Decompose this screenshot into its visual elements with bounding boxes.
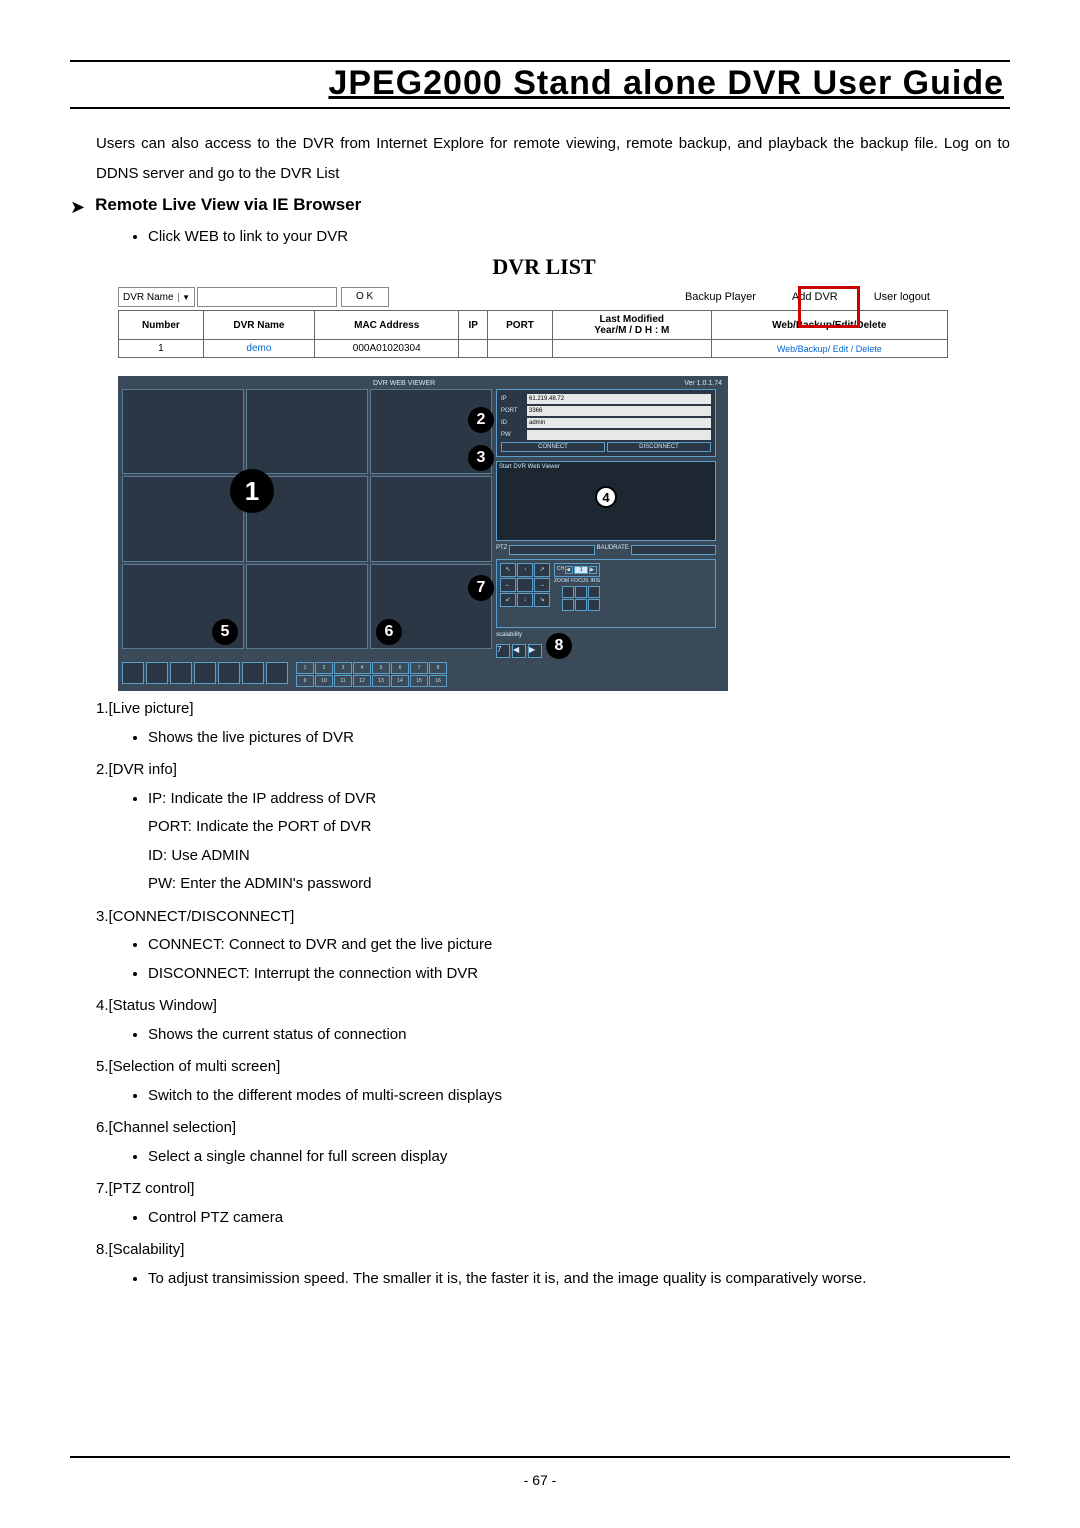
td-mac: 000A01020304 bbox=[315, 340, 459, 358]
intro-text: Users can also access to the DVR from In… bbox=[96, 129, 1010, 189]
th-action: Web/Backup/Edit/Delete bbox=[711, 311, 947, 340]
item-subline: PW: Enter the ADMIN's password bbox=[148, 870, 1010, 899]
item-bullet: Shows the current status of connection bbox=[148, 1021, 1010, 1050]
item-heading: 5.[Selection of multi screen] bbox=[96, 1053, 1010, 1082]
title-bar: JPEG2000 Stand alone DVR User Guide bbox=[70, 60, 1010, 109]
backup-player-link[interactable]: Backup Player bbox=[685, 291, 756, 303]
item-bullet: Switch to the different modes of multi-s… bbox=[148, 1082, 1010, 1111]
baud-select[interactable] bbox=[631, 545, 716, 555]
chevron-down-icon: ▼ bbox=[178, 293, 194, 302]
callout-8: 8 bbox=[546, 633, 572, 659]
live-grid bbox=[122, 389, 492, 649]
callout-3: 3 bbox=[468, 445, 494, 471]
callout-1: 1 bbox=[230, 469, 274, 513]
user-logout-link[interactable]: User logout bbox=[874, 291, 930, 303]
item-heading: 6.[Channel selection] bbox=[96, 1114, 1010, 1143]
connect-button[interactable]: CONNECT bbox=[501, 442, 605, 452]
web-viewer-screenshot: DVR WEB VIEWER Ver 1.0.1.74 1 5 6 IP61.2… bbox=[118, 376, 728, 691]
item-bullet: CONNECT: Connect to DVR and get the live… bbox=[148, 931, 1010, 960]
dvr-table: Number DVR Name MAC Address IP PORT Last… bbox=[118, 310, 948, 358]
footer-rule bbox=[70, 1456, 1010, 1458]
bullet-click-web: Click WEB to link to your DVR bbox=[148, 222, 1010, 252]
item-heading: 1.[Live picture] bbox=[96, 695, 1010, 724]
ms-8[interactable] bbox=[194, 662, 216, 684]
th-port: PORT bbox=[488, 311, 553, 340]
th-ip: IP bbox=[459, 311, 488, 340]
ms-6[interactable] bbox=[170, 662, 192, 684]
th-mod: Last Modified Year/M / D H : M bbox=[553, 311, 712, 340]
status-window: Start DVR Web Viewer 4 bbox=[496, 461, 716, 541]
dvr-info-panel: IP61.219.48.72 PORT3366 IDadmin PW CONNE… bbox=[496, 389, 716, 457]
dvr-name-dropdown[interactable]: DVR Name ▼ bbox=[118, 287, 195, 307]
ptz-select[interactable] bbox=[509, 545, 594, 555]
td-port bbox=[488, 340, 553, 358]
item-bullet: Shows the live pictures of DVR bbox=[148, 724, 1010, 753]
ptz-pad[interactable]: ↖↑↗ ←→ ↙↓↘ bbox=[500, 563, 550, 624]
item-subline: PORT: Indicate the PORT of DVR bbox=[148, 813, 1010, 842]
td-num: 1 bbox=[119, 340, 204, 358]
td-name[interactable]: demo bbox=[203, 340, 314, 358]
ip-field[interactable]: 61.219.48.72 bbox=[527, 394, 711, 404]
item-heading: 7.[PTZ control] bbox=[96, 1175, 1010, 1204]
ms-4[interactable] bbox=[146, 662, 168, 684]
callout-5: 5 bbox=[212, 619, 238, 645]
doc-title: JPEG2000 Stand alone DVR User Guide bbox=[70, 64, 1010, 103]
page-number: - 67 - bbox=[0, 1472, 1080, 1488]
search-input[interactable] bbox=[197, 287, 337, 307]
fig-title: DVR LIST bbox=[78, 254, 1010, 280]
callout-4: 4 bbox=[595, 486, 617, 508]
td-mod bbox=[553, 340, 712, 358]
ptz-panel: ↖↑↗ ←→ ↙↓↘ CH◀1▶ ZOOMFOCUSIRIS bbox=[496, 559, 716, 628]
item-heading: 8.[Scalability] bbox=[96, 1236, 1010, 1265]
callout-7: 7 bbox=[468, 575, 494, 601]
ms-9[interactable] bbox=[218, 662, 240, 684]
item-subline: ID: Use ADMIN bbox=[148, 842, 1010, 871]
item-heading: 3.[CONNECT/DISCONNECT] bbox=[96, 903, 1010, 932]
td-action[interactable]: Web/Backup/ Edit / Delete bbox=[711, 340, 947, 358]
item-heading: 2.[DVR info] bbox=[96, 756, 1010, 785]
item-bullet: Select a single channel for full screen … bbox=[148, 1143, 1010, 1172]
arrow-icon: ➤ bbox=[70, 197, 85, 218]
section-heading: Remote Live View via IE Browser bbox=[95, 195, 361, 215]
add-dvr-link[interactable]: Add DVR bbox=[792, 291, 838, 303]
th-number: Number bbox=[119, 311, 204, 340]
id-field[interactable]: admin bbox=[527, 418, 711, 428]
zoom-focus-iris[interactable] bbox=[562, 586, 600, 624]
ms-13[interactable] bbox=[242, 662, 264, 684]
callout-6: 6 bbox=[376, 619, 402, 645]
channel-buttons[interactable]: 12345678 910111213141516 bbox=[296, 662, 447, 687]
scalability-control[interactable]: 7◀▶ bbox=[496, 644, 716, 658]
pw-field[interactable] bbox=[527, 430, 711, 440]
item-bullet: IP: Indicate the IP address of DVR bbox=[148, 785, 1010, 814]
item-bullet: Control PTZ camera bbox=[148, 1204, 1010, 1233]
dvr-list-figure: DVR LIST DVR Name ▼ O K Backup Player Ad… bbox=[118, 254, 1010, 691]
disconnect-button[interactable]: DISCONNECT bbox=[607, 442, 711, 452]
item-bullet: To adjust transimission speed. The small… bbox=[148, 1265, 1010, 1294]
th-mac: MAC Address bbox=[315, 311, 459, 340]
th-dvrname: DVR Name bbox=[203, 311, 314, 340]
ms-1[interactable] bbox=[122, 662, 144, 684]
item-bullet: DISCONNECT: Interrupt the connection wit… bbox=[148, 960, 1010, 989]
ok-button[interactable]: O K bbox=[341, 287, 389, 307]
td-ip bbox=[459, 340, 488, 358]
port-field[interactable]: 3366 bbox=[527, 406, 711, 416]
ms-16[interactable] bbox=[266, 662, 288, 684]
item-heading: 4.[Status Window] bbox=[96, 992, 1010, 1021]
callout-2: 2 bbox=[468, 407, 494, 433]
